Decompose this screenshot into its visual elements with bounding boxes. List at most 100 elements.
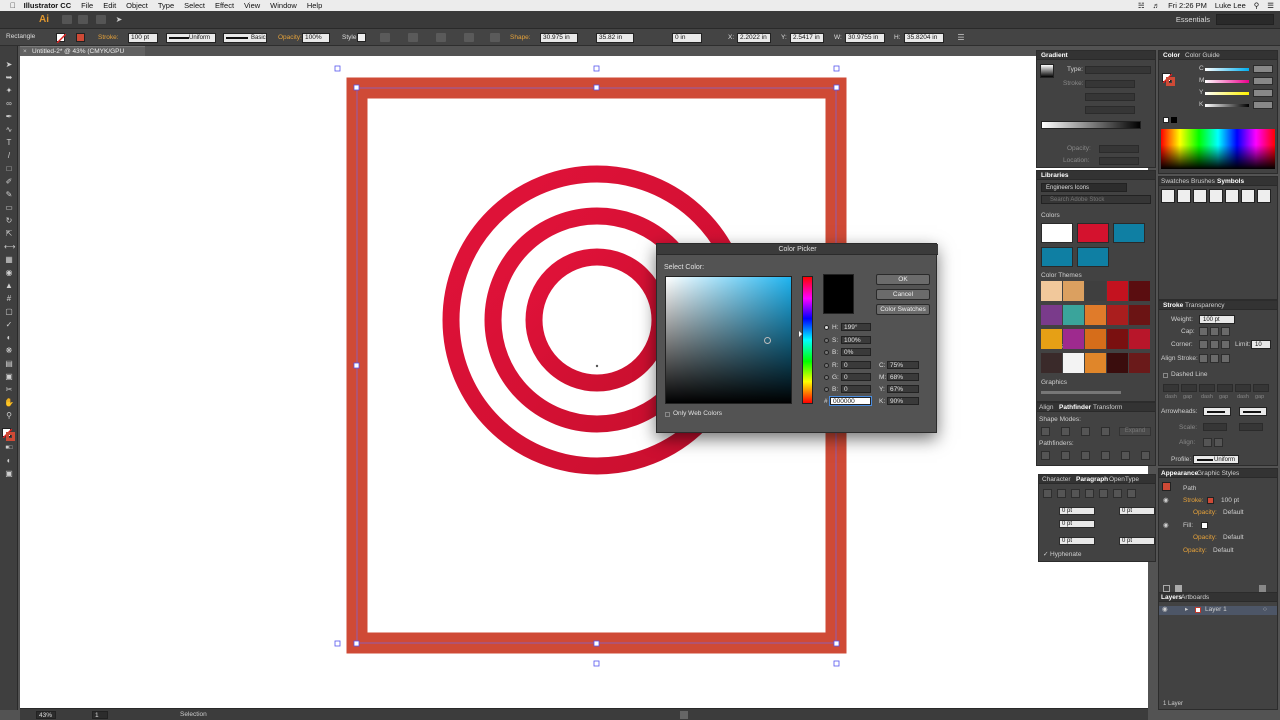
scale-tool-icon[interactable]: ⇱: [4, 229, 14, 238]
opentype-tab[interactable]: OpenType: [1109, 476, 1139, 483]
gap3-field[interactable]: [1253, 384, 1269, 392]
theme-color-swatch[interactable]: [1129, 329, 1150, 349]
pencil-icon[interactable]: ✎: [4, 190, 14, 199]
library-color-swatch[interactable]: [1077, 247, 1109, 267]
free-transform-icon[interactable]: ▦: [4, 255, 14, 264]
appearance-stroke-swatch[interactable]: [1207, 497, 1214, 504]
symbol-frame-icon[interactable]: [1225, 189, 1239, 203]
workspace-switcher[interactable]: Essentials: [1176, 15, 1210, 24]
align-tab[interactable]: Align: [1039, 404, 1053, 411]
width-tool-icon[interactable]: ⟷: [4, 242, 15, 251]
start-scale-field[interactable]: [1203, 423, 1227, 431]
menu-type[interactable]: Type: [158, 1, 174, 10]
shape-builder-icon[interactable]: ◉: [4, 268, 14, 277]
menu-window[interactable]: Window: [270, 1, 297, 10]
dash1-field[interactable]: [1163, 384, 1179, 392]
pen-tool-icon[interactable]: ✒: [4, 112, 14, 121]
gradient-stroke-options[interactable]: [1085, 80, 1135, 88]
theme-color-swatch[interactable]: [1107, 281, 1128, 301]
b-radio[interactable]: [824, 350, 829, 355]
projecting-cap-icon[interactable]: [1221, 327, 1230, 336]
draw-mode-icon[interactable]: ◐: [4, 456, 14, 465]
g-radio[interactable]: [824, 375, 829, 380]
sync-icon[interactable]: ➤: [114, 15, 124, 24]
dialog-title[interactable]: Color Picker: [657, 244, 938, 255]
end-scale-field[interactable]: [1239, 423, 1263, 431]
rotate-tool-icon[interactable]: ↻: [4, 216, 14, 225]
symbol-gear-icon[interactable]: [1241, 189, 1255, 203]
symbol-splat-icon[interactable]: [1177, 189, 1191, 203]
symbols-tab[interactable]: Symbols: [1217, 178, 1244, 185]
theme-color-swatch[interactable]: [1063, 305, 1084, 325]
shape-width-field[interactable]: 30.975 in: [540, 33, 578, 43]
theme-color-swatch[interactable]: [1085, 281, 1106, 301]
fill-visibility-icon[interactable]: ◉: [1163, 522, 1169, 530]
apple-icon[interactable]: : [10, 1, 16, 10]
more-options-icon[interactable]: ☰: [956, 33, 966, 42]
gradient-tab[interactable]: Gradient: [1041, 52, 1068, 59]
spotlight-icon[interactable]: ⚲: [1254, 1, 1260, 10]
first-line-indent-field[interactable]: 0 pt: [1062, 521, 1072, 527]
appearance-tab[interactable]: Appearance: [1161, 470, 1198, 477]
y-field[interactable]: 2.5417 in: [790, 33, 824, 43]
ok-button[interactable]: OK: [876, 274, 930, 285]
symbol-pencil-icon[interactable]: [1161, 189, 1175, 203]
library-color-swatch[interactable]: [1041, 223, 1073, 243]
hyphenate-checkbox[interactable]: ✓: [1043, 551, 1048, 559]
scroll-thumb[interactable]: [680, 711, 688, 719]
theme-color-swatch[interactable]: [1129, 281, 1150, 301]
r-field[interactable]: 0: [841, 361, 871, 369]
theme-color-swatch[interactable]: [1041, 353, 1062, 373]
hex-field[interactable]: 000000: [829, 396, 872, 406]
curvature-tool-icon[interactable]: ∿: [4, 125, 14, 134]
exclude-icon[interactable]: [1101, 427, 1110, 436]
k-field[interactable]: 90%: [887, 397, 919, 405]
theme-color-swatch[interactable]: [1041, 329, 1062, 349]
color-tab[interactable]: Color: [1163, 52, 1180, 59]
line-tool-icon[interactable]: /: [4, 151, 14, 160]
rectangle-tool-icon[interactable]: □: [4, 164, 14, 173]
menu-app-name[interactable]: Illustrator CC: [24, 1, 72, 10]
type-tool-icon[interactable]: T: [4, 138, 14, 147]
intersect-icon[interactable]: [1081, 427, 1090, 436]
end-arrowhead-select[interactable]: [1239, 407, 1267, 416]
appearance-object-opacity-label[interactable]: Opacity:: [1183, 547, 1207, 555]
channel-m-slider[interactable]: [1205, 80, 1249, 83]
symbol-badge-icon[interactable]: [1257, 189, 1271, 203]
space-before-field[interactable]: 0 pt: [1062, 538, 1072, 544]
theme-color-swatch[interactable]: [1063, 281, 1084, 301]
theme-color-swatch[interactable]: [1107, 353, 1128, 373]
library-select[interactable]: Engineers Icons: [1041, 183, 1127, 192]
hue-slider[interactable]: [802, 276, 813, 404]
round-cap-icon[interactable]: [1210, 327, 1219, 336]
symbol-dot-icon[interactable]: [1193, 189, 1207, 203]
align-inside-icon[interactable]: [1210, 354, 1219, 363]
align-center-icon[interactable]: [1199, 354, 1208, 363]
c-field[interactable]: 75%: [887, 361, 919, 369]
shape-height-field[interactable]: 35.82 in: [596, 33, 634, 43]
artboards-tab[interactable]: Artboards: [1181, 594, 1209, 601]
gradient-angle-field[interactable]: [1085, 93, 1135, 101]
theme-color-swatch[interactable]: [1107, 329, 1128, 349]
align-right-icon[interactable]: [1071, 489, 1080, 498]
butt-cap-icon[interactable]: [1199, 327, 1208, 336]
color-spectrum[interactable]: [1161, 129, 1275, 169]
perspective-grid-icon[interactable]: ▲: [4, 281, 14, 290]
user-name[interactable]: Luke Lee: [1215, 1, 1246, 10]
arrow-align-1-icon[interactable]: [1203, 438, 1212, 447]
theme-color-swatch[interactable]: [1107, 305, 1128, 325]
justify-center-icon[interactable]: [1099, 489, 1108, 498]
align-left-icon[interactable]: [1043, 489, 1052, 498]
appearance-fill-swatch[interactable]: [1201, 522, 1208, 529]
y-field[interactable]: 67%: [887, 385, 919, 393]
zoom-field[interactable]: 43%: [36, 711, 56, 719]
round-join-icon[interactable]: [1210, 340, 1219, 349]
fill-swatch[interactable]: [56, 33, 67, 44]
zoom-tool-icon[interactable]: ⚲: [4, 411, 14, 420]
arrange-documents-icon[interactable]: [78, 15, 88, 24]
limit-field[interactable]: 10: [1251, 340, 1271, 349]
gradient-aspect-field[interactable]: [1085, 106, 1135, 114]
minus-front-icon[interactable]: [1061, 427, 1070, 436]
channel-c-slider[interactable]: [1205, 68, 1249, 71]
selection-tool-icon[interactable]: ➤: [4, 60, 14, 69]
